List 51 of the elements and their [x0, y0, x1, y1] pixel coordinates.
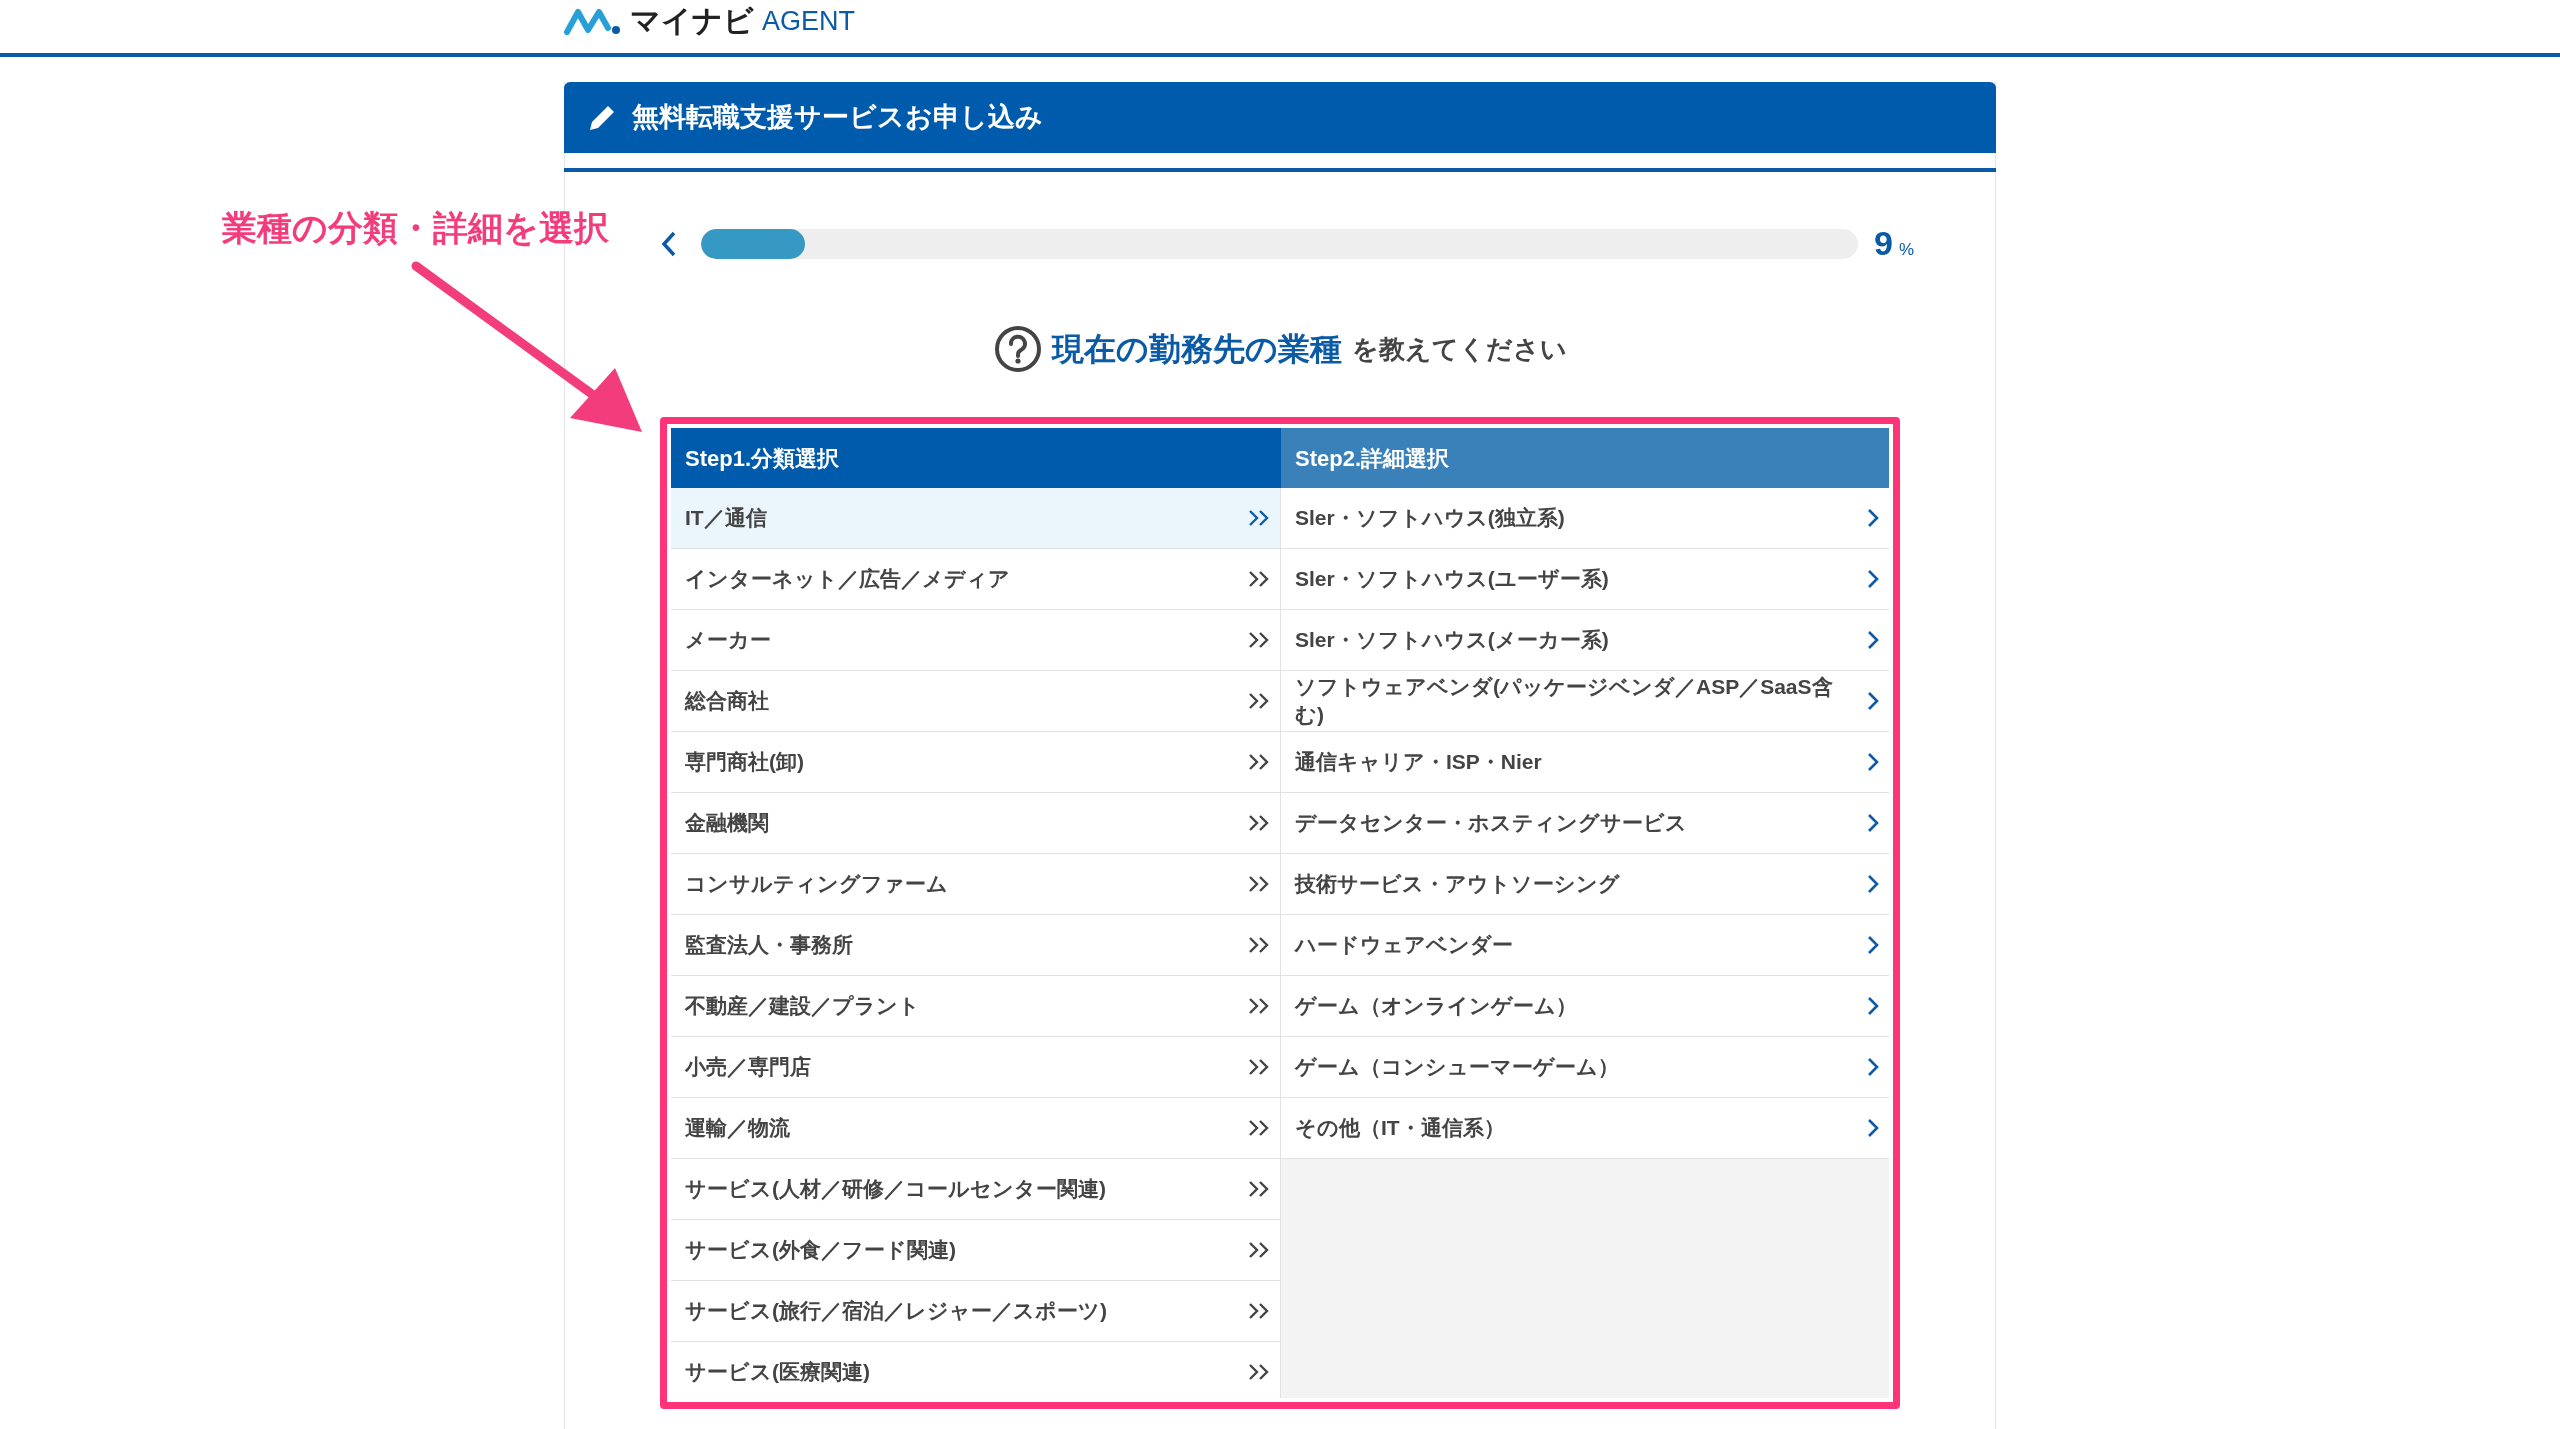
chevron-right-icon — [1867, 508, 1879, 528]
detail-item[interactable]: Sler・ソフトハウス(メーカー系) — [1281, 610, 1889, 671]
double-chevron-icon — [1248, 570, 1270, 588]
detail-item[interactable]: 通信キャリア・ISP・Nier — [1281, 732, 1889, 793]
double-chevron-icon — [1248, 631, 1270, 649]
double-chevron-icon — [1248, 875, 1270, 893]
double-chevron-icon — [1248, 1058, 1270, 1076]
question-highlight: 現在の勤務先の業種 — [1051, 330, 1342, 369]
double-chevron-icon — [1248, 1119, 1270, 1137]
form-title: 無料転職支援サービスお申し込み — [632, 101, 1043, 135]
double-chevron-icon — [1248, 1363, 1270, 1381]
category-item[interactable]: IT／通信 — [671, 488, 1280, 549]
detail-item[interactable]: その他（IT・通信系） — [1281, 1098, 1889, 1159]
chevron-right-icon — [1867, 813, 1879, 833]
logo-mark-icon — [564, 6, 622, 36]
detail-item[interactable]: ハードウェアベンダー — [1281, 915, 1889, 976]
logo-suffix: AGENT — [762, 7, 855, 35]
double-chevron-icon — [1248, 753, 1270, 771]
detail-item[interactable]: データセンター・ホスティングサービス — [1281, 793, 1889, 854]
chevron-right-icon — [1867, 1057, 1879, 1077]
chevron-right-icon — [1867, 630, 1879, 650]
chevron-right-icon — [1867, 569, 1879, 589]
double-chevron-icon — [1248, 1180, 1270, 1198]
detail-item[interactable]: ゲーム（コンシューマーゲーム） — [1281, 1037, 1889, 1098]
logo-text: マイナビ — [630, 6, 754, 36]
detail-item[interactable]: ゲーム（オンラインゲーム） — [1281, 976, 1889, 1037]
step1-header: Step1.分類選択 — [671, 428, 1281, 488]
double-chevron-icon — [1248, 1302, 1270, 1320]
chevron-right-icon — [1867, 752, 1879, 772]
double-chevron-icon — [1248, 1241, 1270, 1259]
progress-percent: 9 — [1874, 223, 1893, 264]
annotation-label: 業種の分類・詳細を選択 — [222, 207, 609, 249]
chevron-right-icon — [1867, 691, 1879, 711]
double-chevron-icon — [1248, 692, 1270, 710]
double-chevron-icon — [1248, 997, 1270, 1015]
question-text: を教えてください — [1351, 332, 1567, 366]
detail-item[interactable]: Sler・ソフトハウス(独立系) — [1281, 488, 1889, 549]
detail-item[interactable]: 技術サービス・アウトソーシング — [1281, 854, 1889, 915]
percent-sign: % — [1898, 239, 1915, 261]
chevron-right-icon — [1867, 1118, 1879, 1138]
chevron-right-icon — [1867, 874, 1879, 894]
chevron-right-icon — [1867, 996, 1879, 1016]
step2-header: Step2.詳細選択 — [1281, 428, 1889, 488]
double-chevron-icon — [1248, 814, 1270, 832]
double-chevron-icon — [1248, 936, 1270, 954]
help-icon — [993, 325, 1042, 373]
detail-item[interactable]: Sler・ソフトハウス(ユーザー系) — [1281, 549, 1889, 610]
chevron-right-icon — [1867, 935, 1879, 955]
detail-item[interactable]: ソフトウェアベンダ(パッケージベンダ／ASP／SaaS含む) — [1281, 671, 1889, 732]
double-chevron-icon — [1248, 509, 1270, 527]
chevron-left-icon — [660, 229, 678, 258]
